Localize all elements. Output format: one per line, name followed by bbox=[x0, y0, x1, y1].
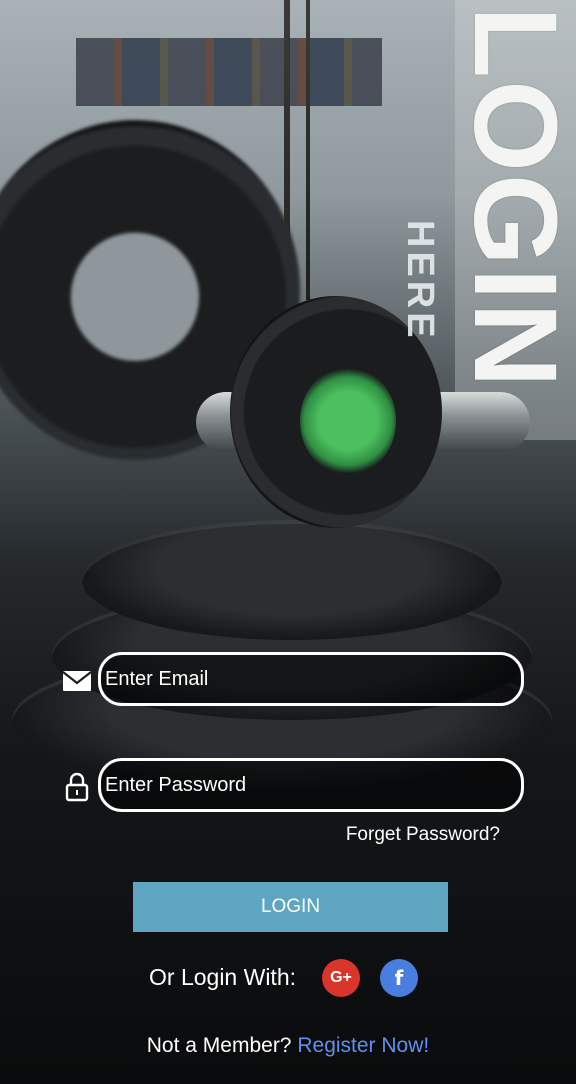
or-login-with-label: Or Login With: bbox=[149, 964, 296, 990]
password-input[interactable]: Enter Password bbox=[98, 758, 524, 812]
login-button[interactable]: LOGIN bbox=[133, 882, 448, 932]
forget-password-link[interactable]: Forget Password? bbox=[346, 824, 500, 846]
register-now-link[interactable]: Register Now! bbox=[297, 1034, 429, 1057]
email-field-row: Enter Email bbox=[62, 652, 524, 708]
background-green-collar bbox=[300, 366, 396, 476]
background-plate bbox=[82, 520, 502, 640]
facebook-icon[interactable]: f bbox=[380, 959, 418, 997]
login-screen: HERE LOGIN Enter Email Enter Password Fo… bbox=[0, 0, 576, 1084]
mail-icon bbox=[62, 666, 92, 696]
not-member-text: Not a Member? bbox=[146, 1034, 292, 1057]
register-prompt: Not a Member? Register Now! bbox=[0, 1034, 576, 1058]
google-plus-icon[interactable]: G+ bbox=[322, 959, 360, 997]
email-input[interactable]: Enter Email bbox=[98, 652, 524, 706]
lock-icon bbox=[62, 772, 92, 802]
background-here-text: HERE bbox=[399, 220, 441, 342]
password-placeholder: Enter Password bbox=[105, 773, 247, 796]
background-wall-poster bbox=[76, 38, 382, 106]
email-placeholder: Enter Email bbox=[105, 667, 209, 690]
background-login-text: LOGIN bbox=[449, 6, 576, 390]
background-rope bbox=[306, 0, 310, 300]
password-field-row: Enter Password bbox=[62, 758, 524, 814]
